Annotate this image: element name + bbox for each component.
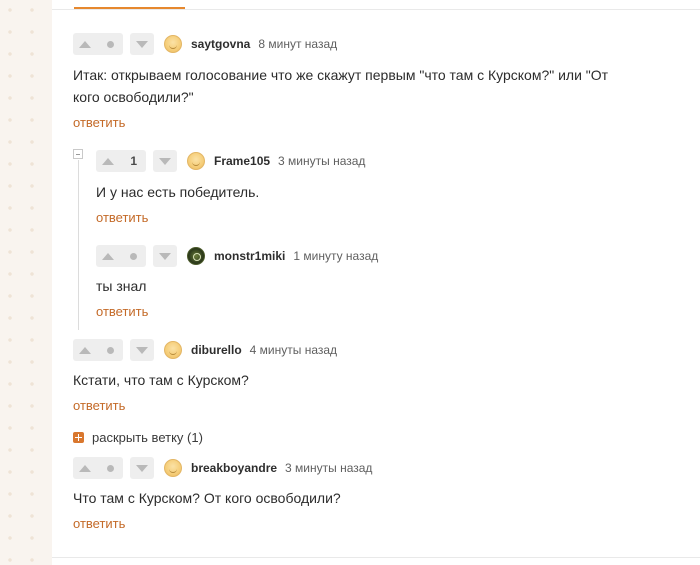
comment-text-line: Итак: открываем голосование что же скажу… [73, 67, 609, 83]
avatar[interactable] [164, 35, 182, 53]
comment-text: Кстати, что там с Курском? [73, 372, 249, 388]
comment: monstr1miki 1 минуту назад ты знал ответ… [96, 245, 676, 325]
top-divider [52, 9, 700, 10]
bottom-divider [52, 557, 700, 558]
upvote-arrow-icon[interactable] [79, 40, 91, 48]
reply-link[interactable]: ответить [73, 516, 125, 531]
reply-link[interactable]: ответить [96, 210, 148, 225]
reply-link[interactable]: ответить [73, 398, 125, 413]
page-background-pattern [0, 0, 52, 565]
comment-time[interactable]: 3 минуты назад [285, 461, 372, 475]
collapse-thread-icon[interactable] [73, 149, 83, 159]
comment-header: saytgovna 8 минут назад [73, 33, 337, 55]
downvote-button[interactable] [153, 150, 177, 172]
thread-line[interactable] [78, 160, 79, 330]
downvote-button[interactable] [130, 339, 154, 361]
rating-dot-icon [107, 464, 114, 472]
downvote-button[interactable] [130, 33, 154, 55]
reply-link[interactable]: ответить [73, 115, 125, 130]
comment-text: И у нас есть победитель. [96, 184, 260, 200]
downvote-arrow-icon [136, 40, 148, 48]
comments-panel: saytgovna 8 минут назад Итак: открываем … [52, 0, 700, 565]
active-tab-indicator [74, 7, 185, 9]
upvote-arrow-icon[interactable] [79, 346, 91, 354]
reply-link[interactable]: ответить [96, 304, 148, 319]
upvote-rating-control: 1 [96, 150, 146, 172]
upvote-arrow-icon[interactable] [79, 464, 91, 472]
comment-header: diburello 4 минуты назад [73, 339, 337, 361]
comment-text: Что там с Курском? От кого освободили? [73, 490, 341, 506]
comment-text-line: кого освободили?" [73, 89, 194, 105]
expand-plus-icon [73, 431, 84, 443]
rating-count: 1 [130, 154, 137, 168]
avatar[interactable] [164, 459, 182, 477]
upvote-rating-control [96, 245, 146, 267]
rating-dot-icon [107, 346, 114, 354]
avatar[interactable] [164, 341, 182, 359]
expand-branch-label: раскрыть ветку (1) [92, 429, 203, 445]
avatar[interactable] [187, 152, 205, 170]
rating-dot-icon [130, 252, 137, 260]
comment-author[interactable]: saytgovna [191, 37, 250, 51]
downvote-arrow-icon [136, 346, 148, 354]
comment-text: ты знал [96, 278, 147, 294]
comment-author[interactable]: monstr1miki [214, 249, 285, 263]
comment-time[interactable]: 3 минуты назад [278, 154, 365, 168]
rating-dot-icon [107, 40, 114, 48]
comment-time[interactable]: 4 минуты назад [250, 343, 337, 357]
upvote-rating-control [73, 339, 123, 361]
comment: 1 Frame105 3 минуты назад И у нас есть п… [96, 150, 676, 230]
comment: breakboyandre 3 минуты назад Что там с К… [73, 457, 693, 537]
upvote-arrow-icon[interactable] [102, 157, 114, 165]
downvote-button[interactable] [153, 245, 177, 267]
avatar[interactable] [187, 247, 205, 265]
comment: diburello 4 минуты назад Кстати, что там… [73, 339, 693, 419]
comment-author[interactable]: diburello [191, 343, 242, 357]
downvote-button[interactable] [130, 457, 154, 479]
upvote-rating-control [73, 457, 123, 479]
downvote-arrow-icon [159, 157, 171, 165]
comment-header: 1 Frame105 3 минуты назад [96, 150, 365, 172]
upvote-arrow-icon[interactable] [102, 252, 114, 260]
upvote-rating-control [73, 33, 123, 55]
comment-header: monstr1miki 1 минуту назад [96, 245, 378, 267]
comment-author[interactable]: Frame105 [214, 154, 270, 168]
comment-time[interactable]: 1 минуту назад [293, 249, 378, 263]
expand-branch-button[interactable]: раскрыть ветку (1) [73, 429, 203, 445]
downvote-arrow-icon [136, 464, 148, 472]
downvote-arrow-icon [159, 252, 171, 260]
comment-header: breakboyandre 3 минуты назад [73, 457, 372, 479]
comment-time[interactable]: 8 минут назад [258, 37, 337, 51]
comment-text: Итак: открываем голосование что же скажу… [73, 64, 608, 108]
comment-author[interactable]: breakboyandre [191, 461, 277, 475]
comment: saytgovna 8 минут назад Итак: открываем … [73, 33, 693, 133]
